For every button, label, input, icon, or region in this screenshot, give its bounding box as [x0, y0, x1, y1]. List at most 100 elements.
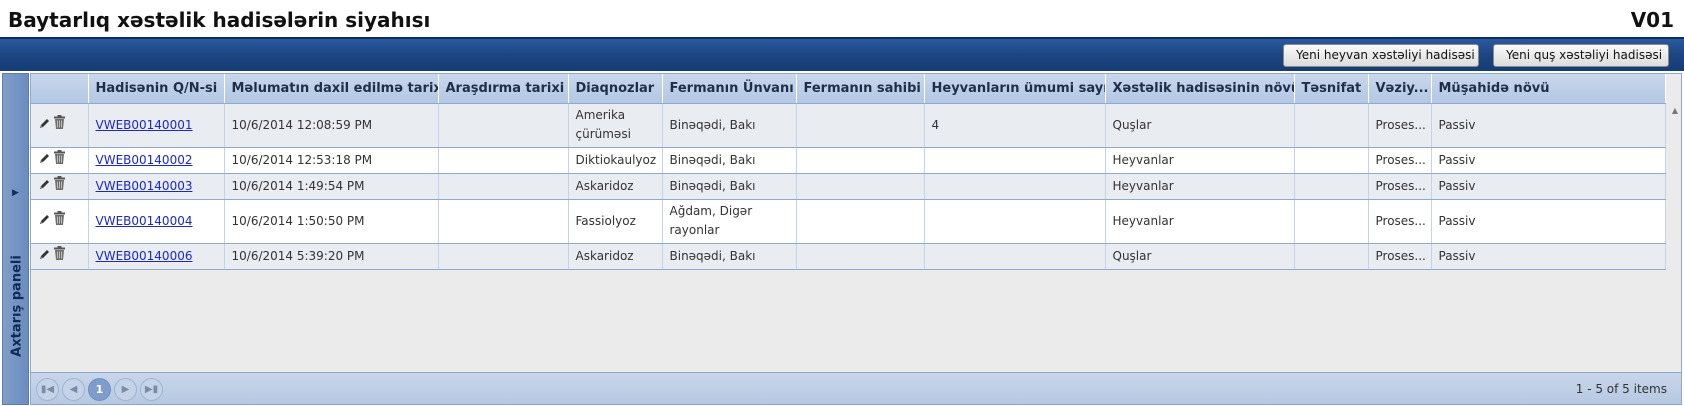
page-button-1[interactable]: 1 — [88, 378, 111, 401]
row-commands — [31, 173, 89, 200]
column-header-6[interactable]: Fermanın sahibi — [796, 74, 925, 104]
status-cell: Proses... — [1368, 103, 1432, 148]
entry-date-cell: 10/6/2014 1:49:54 PM — [224, 173, 439, 200]
classification-cell — [1294, 173, 1369, 200]
column-header-9[interactable]: Təsnifat — [1294, 74, 1369, 104]
status-cell: Proses... — [1368, 243, 1432, 270]
row-commands — [31, 147, 89, 174]
column-header-commands — [31, 74, 89, 104]
diagnosis-cell: Fassiolyoz — [568, 199, 663, 244]
incident-id-link[interactable]: VWEB00140006 — [96, 249, 193, 263]
farm-address-cell: Ağdam, Digər rayonlar — [662, 199, 797, 244]
incident-id-link[interactable]: VWEB00140003 — [96, 179, 193, 193]
table-row[interactable]: VWEB00140004 10/6/2014 1:50:50 PM Fassioly… — [31, 199, 1666, 244]
farm-owner-cell — [796, 173, 925, 200]
search-panel-label: Axtarış paneli — [9, 255, 25, 357]
animal-count-cell — [924, 243, 1106, 270]
diagnosis-cell: Diktiokaulyoz — [568, 147, 663, 174]
farm-address-cell: Binəqədi, Bakı — [662, 243, 797, 270]
next-page-icon[interactable]: ▶ — [114, 378, 137, 401]
row-commands — [31, 199, 89, 244]
incident-id-cell: VWEB00140004 — [88, 199, 225, 244]
farm-owner-cell — [796, 199, 925, 244]
scroll-up-icon[interactable]: ▲ — [1672, 106, 1678, 115]
table-row[interactable]: VWEB00140006 10/6/2014 5:39:20 PM Askarido… — [31, 243, 1666, 270]
entry-date-cell: 10/6/2014 1:50:50 PM — [224, 199, 439, 244]
diagnosis-cell: Askaridoz — [568, 173, 663, 200]
edit-pencil-icon[interactable] — [39, 247, 50, 266]
incident-id-link[interactable]: VWEB00140004 — [96, 214, 193, 228]
diagnosis-cell: Amerika çürüməsi — [568, 103, 663, 148]
incident-type-cell: Quşlar — [1105, 243, 1295, 270]
column-header-7[interactable]: Heyvanların ümumi sayı — [924, 74, 1106, 104]
column-header-5[interactable]: Fermanın Ünvanı — [662, 74, 797, 104]
incident-id-link[interactable]: VWEB00140002 — [96, 153, 193, 167]
title-bar: Baytarlıq xəstəlik hadisələrin siyahısı … — [0, 0, 1684, 36]
observation-type-cell: Passiv — [1431, 147, 1666, 174]
table-row[interactable]: VWEB00140003 10/6/2014 1:49:54 PM Askarido… — [31, 173, 1666, 200]
research-date-cell — [438, 103, 569, 148]
classification-cell — [1294, 147, 1369, 174]
observation-type-cell: Passiv — [1431, 199, 1666, 244]
new-bird-disease-button[interactable]: Yeni quş xəstəliyi hadisəsi — [1493, 44, 1669, 67]
edit-pencil-icon[interactable] — [39, 151, 50, 170]
incident-id-cell: VWEB00140002 — [88, 147, 225, 174]
classification-cell — [1294, 243, 1369, 270]
status-cell: Proses... — [1368, 173, 1432, 200]
prev-page-icon[interactable]: ◀ — [62, 378, 85, 401]
farm-owner-cell — [796, 147, 925, 174]
search-panel-toggle[interactable]: ▶ Axtarış paneli — [2, 73, 29, 405]
animal-count-cell — [924, 199, 1106, 244]
column-header-2[interactable]: Məlumatın daxil edilmə tarixi — [224, 74, 439, 104]
edit-pencil-icon[interactable] — [39, 212, 50, 231]
column-header-1[interactable]: Hadisənin Q/N-si — [88, 74, 225, 104]
animal-count-cell: 4 — [924, 103, 1106, 148]
farm-owner-cell — [796, 243, 925, 270]
incident-id-link[interactable]: VWEB00140001 — [96, 118, 193, 132]
new-animal-disease-button[interactable]: Yeni heyvan xəstəliyi hadisəsi — [1283, 44, 1479, 67]
column-header-4[interactable]: Diaqnozlar — [568, 74, 663, 104]
diagnosis-cell: Askaridoz — [568, 243, 663, 270]
pager: ▮◀ ◀ 1 ▶ ▶▮ 1 - 5 of 5 items — [31, 372, 1681, 404]
column-header-11[interactable]: Müşahidə növü — [1431, 74, 1666, 104]
last-page-icon[interactable]: ▶▮ — [140, 378, 163, 401]
status-cell: Proses... — [1368, 199, 1432, 244]
edit-pencil-icon[interactable] — [39, 177, 50, 196]
column-header-3[interactable]: Araşdırma tarixi — [438, 74, 569, 104]
incidents-grid: Hadisənin Q/N-si Məlumatın daxil edilmə t… — [30, 73, 1682, 405]
status-cell: Proses... — [1368, 147, 1432, 174]
entry-date-cell: 10/6/2014 12:53:18 PM — [224, 147, 439, 174]
row-commands — [31, 243, 89, 270]
column-header-10[interactable]: Vəziy... — [1368, 74, 1432, 104]
incident-type-cell: Heyvanlar — [1105, 173, 1295, 200]
column-header-8[interactable]: Xəstəlik hadisəsinin növü — [1105, 74, 1295, 104]
research-date-cell — [438, 173, 569, 200]
table-header-row: Hadisənin Q/N-si Məlumatın daxil edilmə t… — [31, 74, 1666, 104]
delete-trash-icon[interactable] — [54, 211, 65, 231]
incidents-table: Hadisənin Q/N-si Məlumatın daxil edilmə t… — [31, 74, 1666, 270]
delete-trash-icon[interactable] — [54, 115, 65, 135]
animal-count-cell — [924, 147, 1106, 174]
table-row[interactable]: VWEB00140001 10/6/2014 12:08:59 PM Amerika… — [31, 103, 1666, 148]
farm-address-cell: Binəqədi, Bakı — [662, 147, 797, 174]
edit-pencil-icon[interactable] — [39, 116, 50, 135]
delete-trash-icon[interactable] — [54, 246, 65, 266]
research-date-cell — [438, 199, 569, 244]
observation-type-cell: Passiv — [1431, 103, 1666, 148]
farm-address-cell: Binəqədi, Bakı — [662, 173, 797, 200]
page-title: Baytarlıq xəstəlik hadisələrin siyahısı — [8, 8, 431, 32]
toolbar: Yeni heyvan xəstəliyi hadisəsi Yeni quş … — [0, 37, 1684, 71]
table-row[interactable]: VWEB00140002 10/6/2014 12:53:18 PM Diktiok… — [31, 147, 1666, 174]
incident-id-cell: VWEB00140003 — [88, 173, 225, 200]
incident-type-cell: Quşlar — [1105, 103, 1295, 148]
entry-date-cell: 10/6/2014 5:39:20 PM — [224, 243, 439, 270]
first-page-icon[interactable]: ▮◀ — [36, 378, 59, 401]
incident-id-cell: VWEB00140001 — [88, 103, 225, 148]
research-date-cell — [438, 243, 569, 270]
expand-arrow-icon[interactable]: ▶ — [12, 188, 19, 198]
delete-trash-icon[interactable] — [54, 150, 65, 170]
classification-cell — [1294, 103, 1369, 148]
classification-cell — [1294, 199, 1369, 244]
delete-trash-icon[interactable] — [54, 176, 65, 196]
incident-id-cell: VWEB00140006 — [88, 243, 225, 270]
